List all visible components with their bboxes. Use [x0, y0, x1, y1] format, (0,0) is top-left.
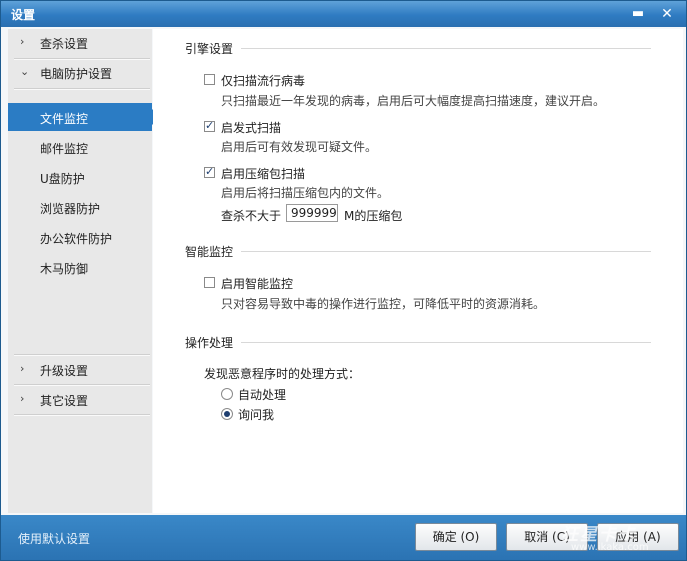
chevron-right-icon: › — [20, 362, 25, 375]
sidebar-item-label: 文件监控 — [40, 112, 89, 126]
sidebar-item-trojan-defense[interactable]: 木马防御 — [8, 253, 152, 281]
sidebar-item-browser-protection[interactable]: 浏览器防护 — [8, 193, 152, 221]
sidebar-item-label: 木马防御 — [40, 262, 89, 276]
radio-label[interactable]: 自动处理 — [238, 386, 286, 403]
archive-size-prefix: 查杀不大于 — [221, 209, 282, 223]
sidebar: › 查杀设置 ⌄ 电脑防护设置 文件监控 邮件监控 U盘防护 浏览器防护 办公软… — [8, 29, 160, 513]
radio-auto-handle[interactable] — [221, 388, 233, 400]
settings-window: 设置 ▬ ✕ › 查杀设置 ⌄ 电脑防护设置 文件监控 邮件监控 U盘防护 浏览… — [0, 0, 687, 561]
section-divider — [241, 342, 651, 343]
section-title-smart: 智能监控 — [185, 245, 234, 259]
sidebar-group-label: 其它设置 — [40, 394, 89, 408]
sidebar-item-file-monitor[interactable]: 文件监控 — [8, 103, 160, 131]
section-divider — [241, 48, 651, 49]
sidebar-item-office-protection[interactable]: 办公软件防护 — [8, 223, 152, 251]
checkbox-popular-virus-only[interactable] — [204, 74, 215, 85]
sidebar-item-usb-protection[interactable]: U盘防护 — [8, 163, 152, 191]
title-bar: 设置 ▬ ✕ — [1, 1, 686, 27]
option-label[interactable]: 仅扫描流行病毒 — [221, 72, 305, 89]
chevron-down-icon: ⌄ — [20, 65, 30, 78]
checkbox-heuristic-scan[interactable] — [204, 119, 215, 132]
checkbox-smart-monitor[interactable] — [204, 277, 215, 288]
restore-defaults-link[interactable]: 使用默认设置 — [18, 530, 90, 547]
sidebar-group-label: 升级设置 — [40, 364, 89, 378]
option-description: 启用后可有效发现可疑文件。 — [221, 140, 378, 154]
archive-size-suffix: M的压缩包 — [344, 209, 403, 223]
sidebar-item-label: U盘防护 — [40, 172, 85, 186]
action-prompt: 发现恶意程序时的处理方式： — [204, 367, 361, 381]
footer-bar: 使用默认设置 确定 (O) 取消 (C) 应用 (A) 狂星卡卡 www.ika… — [1, 515, 686, 560]
window-title: 设置 — [11, 8, 36, 22]
option-label[interactable]: 启用压缩包扫描 — [221, 165, 305, 182]
chevron-right-icon: › — [20, 392, 25, 405]
option-label[interactable]: 启发式扫描 — [221, 119, 281, 136]
sidebar-item-label: 办公软件防护 — [40, 232, 113, 246]
sidebar-divider — [14, 88, 150, 90]
chevron-right-icon: › — [20, 35, 25, 48]
sidebar-divider — [14, 414, 150, 416]
radio-label[interactable]: 询问我 — [238, 406, 274, 423]
option-description: 启用后将扫描压缩包内的文件。 — [221, 186, 390, 200]
watermark-logo: 狂星卡卡 www.ikaka.com — [561, 520, 681, 556]
section-title-action: 操作处理 — [185, 336, 234, 350]
sidebar-item-label: 邮件监控 — [40, 142, 89, 156]
settings-panel: 引擎设置 仅扫描流行病毒 只扫描最近一年发现的病毒，启用后可大幅度提高扫描速度，… — [153, 29, 683, 513]
sidebar-item-label: 浏览器防护 — [40, 202, 101, 216]
option-description: 只扫描最近一年发现的病毒，启用后可大幅度提高扫描速度，建议开启。 — [221, 94, 606, 108]
section-divider — [241, 251, 651, 252]
sidebar-group-other[interactable]: › 其它设置 — [8, 386, 152, 414]
sidebar-group-label: 电脑防护设置 — [40, 67, 113, 81]
minimize-button[interactable]: ▬ — [629, 5, 647, 23]
ok-button[interactable]: 确定 (O) — [415, 523, 497, 551]
radio-ask-me[interactable] — [221, 408, 233, 420]
close-button[interactable]: ✕ — [658, 5, 676, 23]
sidebar-group-label: 查杀设置 — [40, 37, 89, 51]
section-title-engine: 引擎设置 — [185, 42, 234, 56]
sidebar-group-update[interactable]: › 升级设置 — [8, 356, 152, 384]
archive-size-input[interactable]: 999999 — [286, 204, 338, 222]
sidebar-item-mail-monitor[interactable]: 邮件监控 — [8, 133, 152, 161]
watermark-url: www.ikaka.com — [571, 542, 649, 553]
option-description: 只对容易导致中毒的操作进行监控，可降低平时的资源消耗。 — [221, 297, 546, 311]
sidebar-group-protection[interactable]: ⌄ 电脑防护设置 — [8, 59, 152, 87]
option-label[interactable]: 启用智能监控 — [221, 275, 293, 292]
checkbox-archive-scan[interactable] — [204, 165, 215, 178]
sidebar-group-scan[interactable]: › 查杀设置 — [8, 29, 152, 57]
